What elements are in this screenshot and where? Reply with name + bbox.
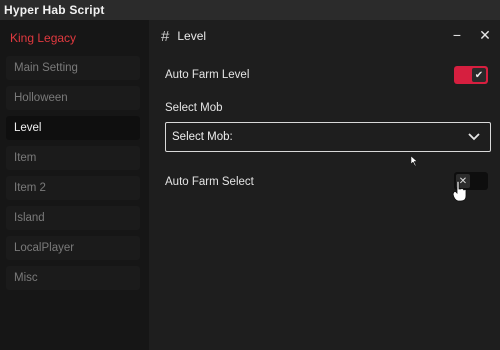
- sidebar-item-holloween[interactable]: Holloween: [6, 86, 140, 110]
- sidebar-item-label: Misc: [14, 272, 38, 284]
- title-bar: Hyper Hab Script: [0, 0, 500, 20]
- auto-farm-select-toggle[interactable]: ✕: [454, 172, 488, 190]
- sidebar-item-label: LocalPlayer: [14, 242, 75, 254]
- sidebar-item-level[interactable]: Level: [6, 116, 140, 140]
- sidebar-item-misc[interactable]: Misc: [6, 266, 140, 290]
- sidebar-item-island[interactable]: Island: [6, 206, 140, 230]
- brand-label: King Legacy: [10, 31, 77, 45]
- sidebar-item-label: Island: [14, 212, 45, 224]
- auto-farm-level-toggle[interactable]: ✔: [454, 66, 488, 84]
- content-panel: # Level − ✕ Auto Farm Level ✔ Select Mob…: [149, 20, 500, 350]
- sidebar-item-label: Item 2: [14, 182, 46, 194]
- script-window: King Legacy Main Setting Holloween Level…: [0, 20, 500, 350]
- auto-farm-select-label: Auto Farm Select: [165, 176, 254, 188]
- sidebar: King Legacy Main Setting Holloween Level…: [0, 20, 149, 350]
- sidebar-item-localplayer[interactable]: LocalPlayer: [6, 236, 140, 260]
- chevron-down-icon: [468, 133, 480, 141]
- minimize-button[interactable]: −: [448, 26, 466, 44]
- select-mob-value: Select Mob:: [172, 131, 233, 143]
- sidebar-item-item[interactable]: Item: [6, 146, 140, 170]
- sidebar-nav: Main Setting Holloween Level Item Item 2…: [0, 56, 149, 290]
- check-icon: ✔: [472, 68, 486, 82]
- x-icon: ✕: [456, 174, 470, 188]
- close-button[interactable]: ✕: [476, 26, 494, 44]
- auto-farm-level-label: Auto Farm Level: [165, 69, 250, 81]
- arrow-cursor-icon: [411, 156, 418, 166]
- sidebar-item-label: Level: [14, 122, 42, 134]
- sidebar-item-main-setting[interactable]: Main Setting: [6, 56, 140, 80]
- select-mob-dropdown[interactable]: Select Mob:: [165, 122, 491, 152]
- hash-icon: #: [161, 27, 170, 45]
- sidebar-item-label: Holloween: [14, 92, 68, 104]
- app-title: Hyper Hab Script: [4, 3, 105, 17]
- sidebar-item-label: Item: [14, 152, 37, 164]
- sidebar-item-item-2[interactable]: Item 2: [6, 176, 140, 200]
- select-mob-label: Select Mob: [165, 102, 223, 114]
- sidebar-item-label: Main Setting: [14, 62, 78, 74]
- page-title: Level: [177, 29, 207, 43]
